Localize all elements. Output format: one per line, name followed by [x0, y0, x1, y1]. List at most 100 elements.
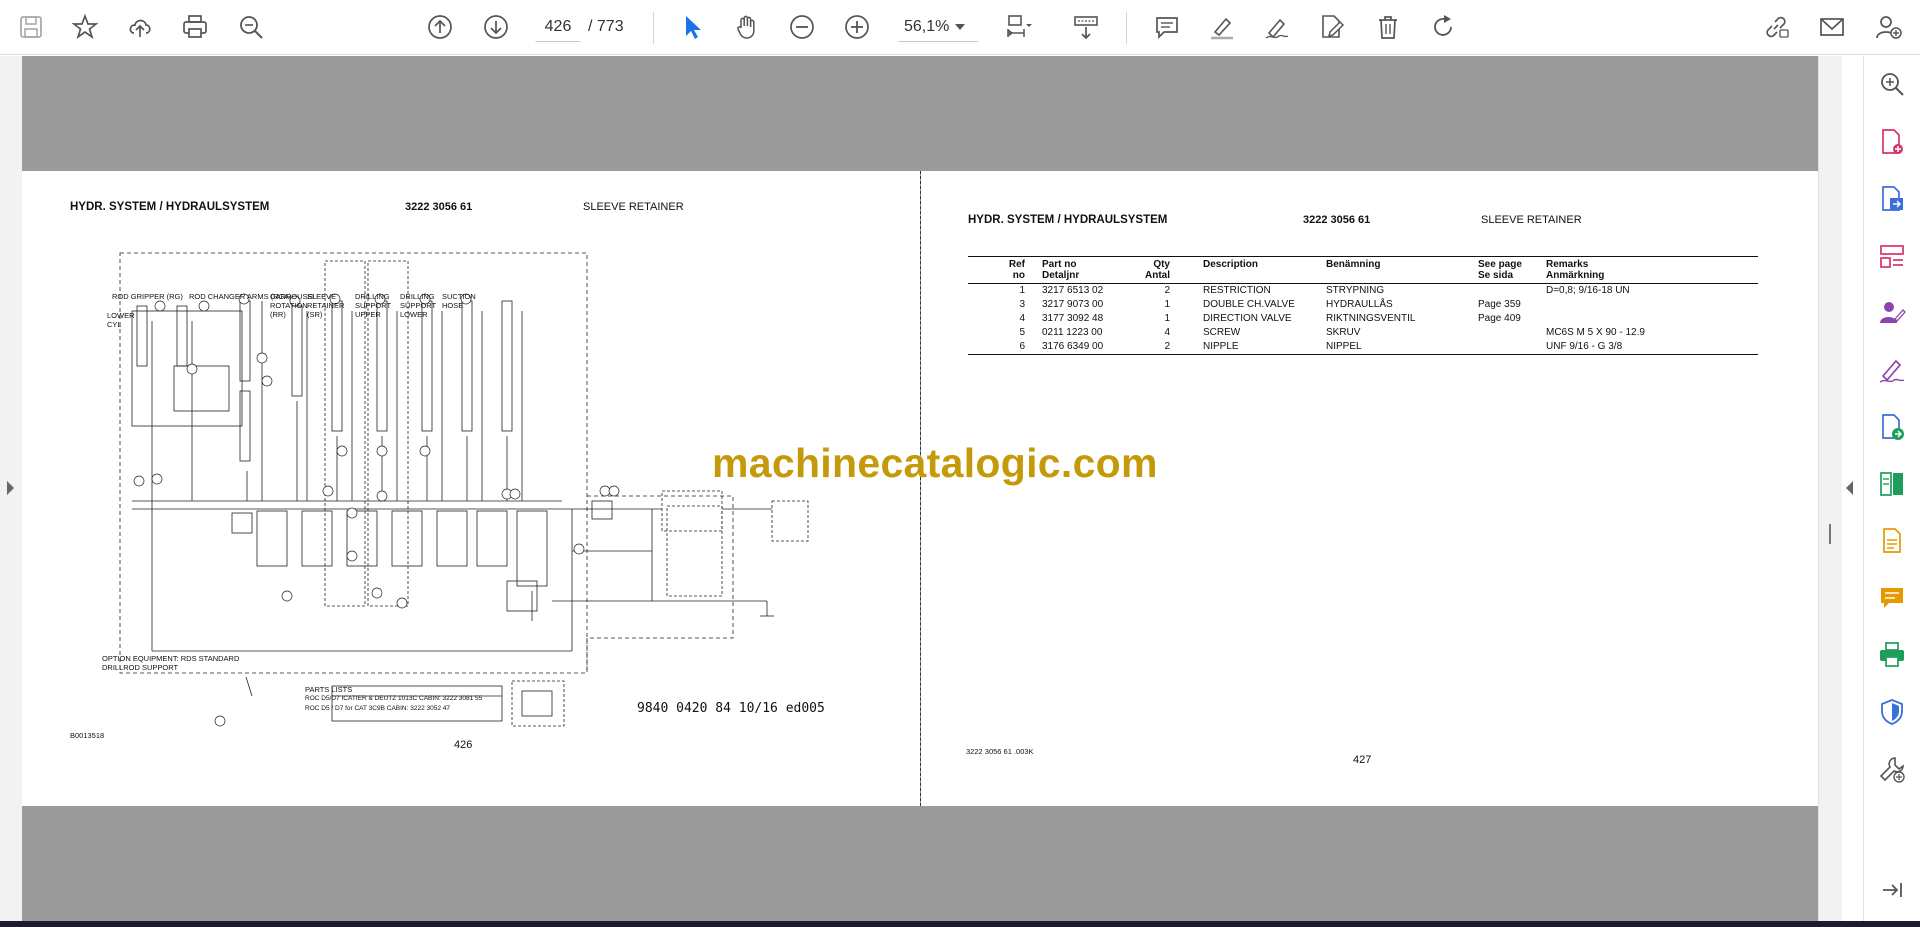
- watermark-text: machinecatalogic.com: [712, 440, 1158, 486]
- zoom-in-icon[interactable]: [840, 10, 874, 44]
- cell-partno: 3217 9073 00: [1042, 299, 1104, 310]
- draw-sign-icon[interactable]: [1260, 10, 1294, 44]
- cell-see-page: [1475, 340, 1543, 355]
- scroll-mode-icon[interactable]: [1069, 10, 1103, 44]
- col-partno: Part no Detaljnr: [1028, 256, 1113, 284]
- cell-description: NIPPLE: [1173, 340, 1323, 355]
- chevron-down-icon[interactable]: [955, 24, 965, 30]
- label-lower-cyl: LOWER CYL: [107, 311, 135, 329]
- label-drilling-support-upper: DRILLING SUPPORT UPPER: [355, 292, 391, 319]
- edit-pdf-icon[interactable]: [1315, 10, 1349, 44]
- organize-pages-icon[interactable]: [1874, 238, 1910, 274]
- highlight-icon[interactable]: [1205, 10, 1239, 44]
- mail-icon[interactable]: [1815, 10, 1849, 44]
- vertical-scrollbar[interactable]: [1818, 56, 1842, 921]
- star-icon[interactable]: [68, 10, 102, 44]
- cell-benamning: SKRUV: [1326, 327, 1361, 338]
- label-suction-hose: SUCTION HOSE: [442, 292, 476, 310]
- combine-files-icon[interactable]: [1874, 523, 1910, 559]
- page-427: HYDR. SYSTEM / HYDRAULSYSTEM 3222 3056 6…: [921, 171, 1818, 806]
- cell-remarks: UNF 9/16 - G 3/8: [1543, 340, 1758, 355]
- more-tools-icon[interactable]: [1874, 751, 1910, 787]
- fill-sign-icon[interactable]: [1874, 352, 1910, 388]
- page-426: HYDR. SYSTEM / HYDRAULSYSTEM 3222 3056 6…: [22, 171, 920, 806]
- print-production-icon[interactable]: [1874, 637, 1910, 673]
- cell-ref: 5: [1019, 327, 1025, 338]
- print-icon[interactable]: [178, 10, 212, 44]
- label-carousel: CARROUSEL ROTATION (RR): [270, 292, 317, 319]
- cell-see-page: [1475, 284, 1543, 299]
- drawing-ref: B0013518: [70, 731, 105, 740]
- page-header-partno: 3222 3056 61: [1303, 214, 1371, 226]
- page-down-icon[interactable]: [479, 10, 513, 44]
- select-cursor-icon[interactable]: [675, 10, 709, 44]
- export-pdf-icon[interactable]: [1874, 181, 1910, 217]
- cell-see-page[interactable]: Page 359: [1475, 298, 1543, 312]
- label-rod-gripper: ROD GRIPPER (RG): [112, 292, 183, 301]
- table-row: 4 3177 3092 48 1 DIRECTION VALVE RIKTNIN…: [968, 312, 1758, 326]
- upload-icon[interactable]: [123, 10, 157, 44]
- cell-remarks: MC6S M 5 X 90 - 12.9: [1546, 327, 1645, 338]
- cell-benamning: STRYPNING: [1326, 285, 1385, 296]
- send-review-icon[interactable]: [1874, 409, 1910, 445]
- table-row: 1 3217 6513 02 2 RESTRICTION STRYPNING D…: [968, 284, 1758, 299]
- current-page-input[interactable]: 426: [535, 12, 581, 42]
- hand-pan-icon[interactable]: [730, 10, 764, 44]
- comment-panel-icon[interactable]: [1874, 580, 1910, 616]
- fit-page-icon[interactable]: [1001, 10, 1035, 44]
- table-row: 5 0211 1223 00 4 SCREW SKRUV MC6S M 5 X …: [968, 326, 1758, 340]
- cell-partno: 3176 6349 00: [1028, 340, 1113, 355]
- scrollbar-thumb[interactable]: [1829, 524, 1831, 544]
- toolbar-divider: [1126, 12, 1127, 44]
- cell-ref: 6: [968, 340, 1028, 355]
- cell-description: SCREW: [1203, 327, 1241, 338]
- share-link-icon[interactable]: [1759, 10, 1793, 44]
- collapse-right-panel-icon[interactable]: [1846, 481, 1853, 495]
- cell-benamning: NIPPEL: [1323, 340, 1475, 355]
- expand-left-panel-icon[interactable]: [7, 481, 14, 495]
- col-qty: Qty Antal: [1113, 256, 1173, 284]
- zoom-out-icon[interactable]: [785, 10, 819, 44]
- delete-icon[interactable]: [1371, 10, 1405, 44]
- cell-remarks: D=0,8; 9/16-18 UN: [1546, 285, 1630, 296]
- cell-ref: 1: [1019, 285, 1025, 296]
- page-header-partno: 3222 3056 61: [405, 201, 473, 213]
- cell-ref: 4: [1019, 313, 1025, 324]
- cell-qty: 2: [1113, 340, 1173, 355]
- account-icon[interactable]: [1871, 10, 1905, 44]
- parts-table: Ref no Part no Detaljnr Qty Antal Descripti…: [968, 256, 1758, 355]
- col-remarks: Remarks Anmärkning: [1543, 256, 1758, 284]
- cell-qty: 1: [1164, 299, 1170, 310]
- cell-ref: 3: [1019, 299, 1025, 310]
- protect-icon[interactable]: [1874, 694, 1910, 730]
- taskbar-strip: [0, 921, 1920, 927]
- parts-list-row: ROC D5/D7 ICATIER & DEUTZ 1013C CABIN: 3…: [305, 695, 483, 702]
- drawing-code: 9840 0420 84 10/16 ed005: [637, 701, 825, 716]
- col-see-page: See page Se sida: [1475, 256, 1543, 284]
- request-signature-icon[interactable]: [1874, 295, 1910, 331]
- cell-see-page[interactable]: Page 409: [1475, 312, 1543, 326]
- page-up-icon[interactable]: [423, 10, 457, 44]
- label-sleeve-retainer: SLEEVE RETAINER (SR): [307, 292, 345, 319]
- rotate-icon[interactable]: [1426, 10, 1460, 44]
- zoom-search-icon[interactable]: [234, 10, 268, 44]
- cell-benamning: RIKTNINGSVENTIL: [1326, 313, 1416, 324]
- cell-remarks: [1543, 298, 1758, 312]
- page-header-system: HYDR. SYSTEM / HYDRAULSYSTEM: [70, 201, 270, 213]
- cell-qty: 1: [1164, 313, 1170, 324]
- col-description: Description: [1173, 256, 1323, 284]
- comment-icon[interactable]: [1150, 10, 1184, 44]
- cell-qty: 2: [1164, 285, 1170, 296]
- create-pdf-icon[interactable]: [1874, 124, 1910, 160]
- page-header-title: SLEEVE RETAINER: [583, 201, 684, 213]
- zoom-level-select[interactable]: 56,1%: [898, 12, 978, 42]
- page-number: 427: [1353, 754, 1372, 766]
- search-panel-icon[interactable]: [1874, 66, 1910, 102]
- parts-list-title: PARTS LISTS: [305, 685, 353, 694]
- compare-files-icon[interactable]: [1874, 466, 1910, 502]
- save-icon[interactable]: [14, 10, 48, 44]
- cell-partno: 3217 6513 02: [1042, 285, 1104, 296]
- page-header-title: SLEEVE RETAINER: [1481, 214, 1582, 226]
- collapse-panel-icon[interactable]: [1874, 872, 1910, 908]
- cell-description: DIRECTION VALVE: [1203, 313, 1292, 324]
